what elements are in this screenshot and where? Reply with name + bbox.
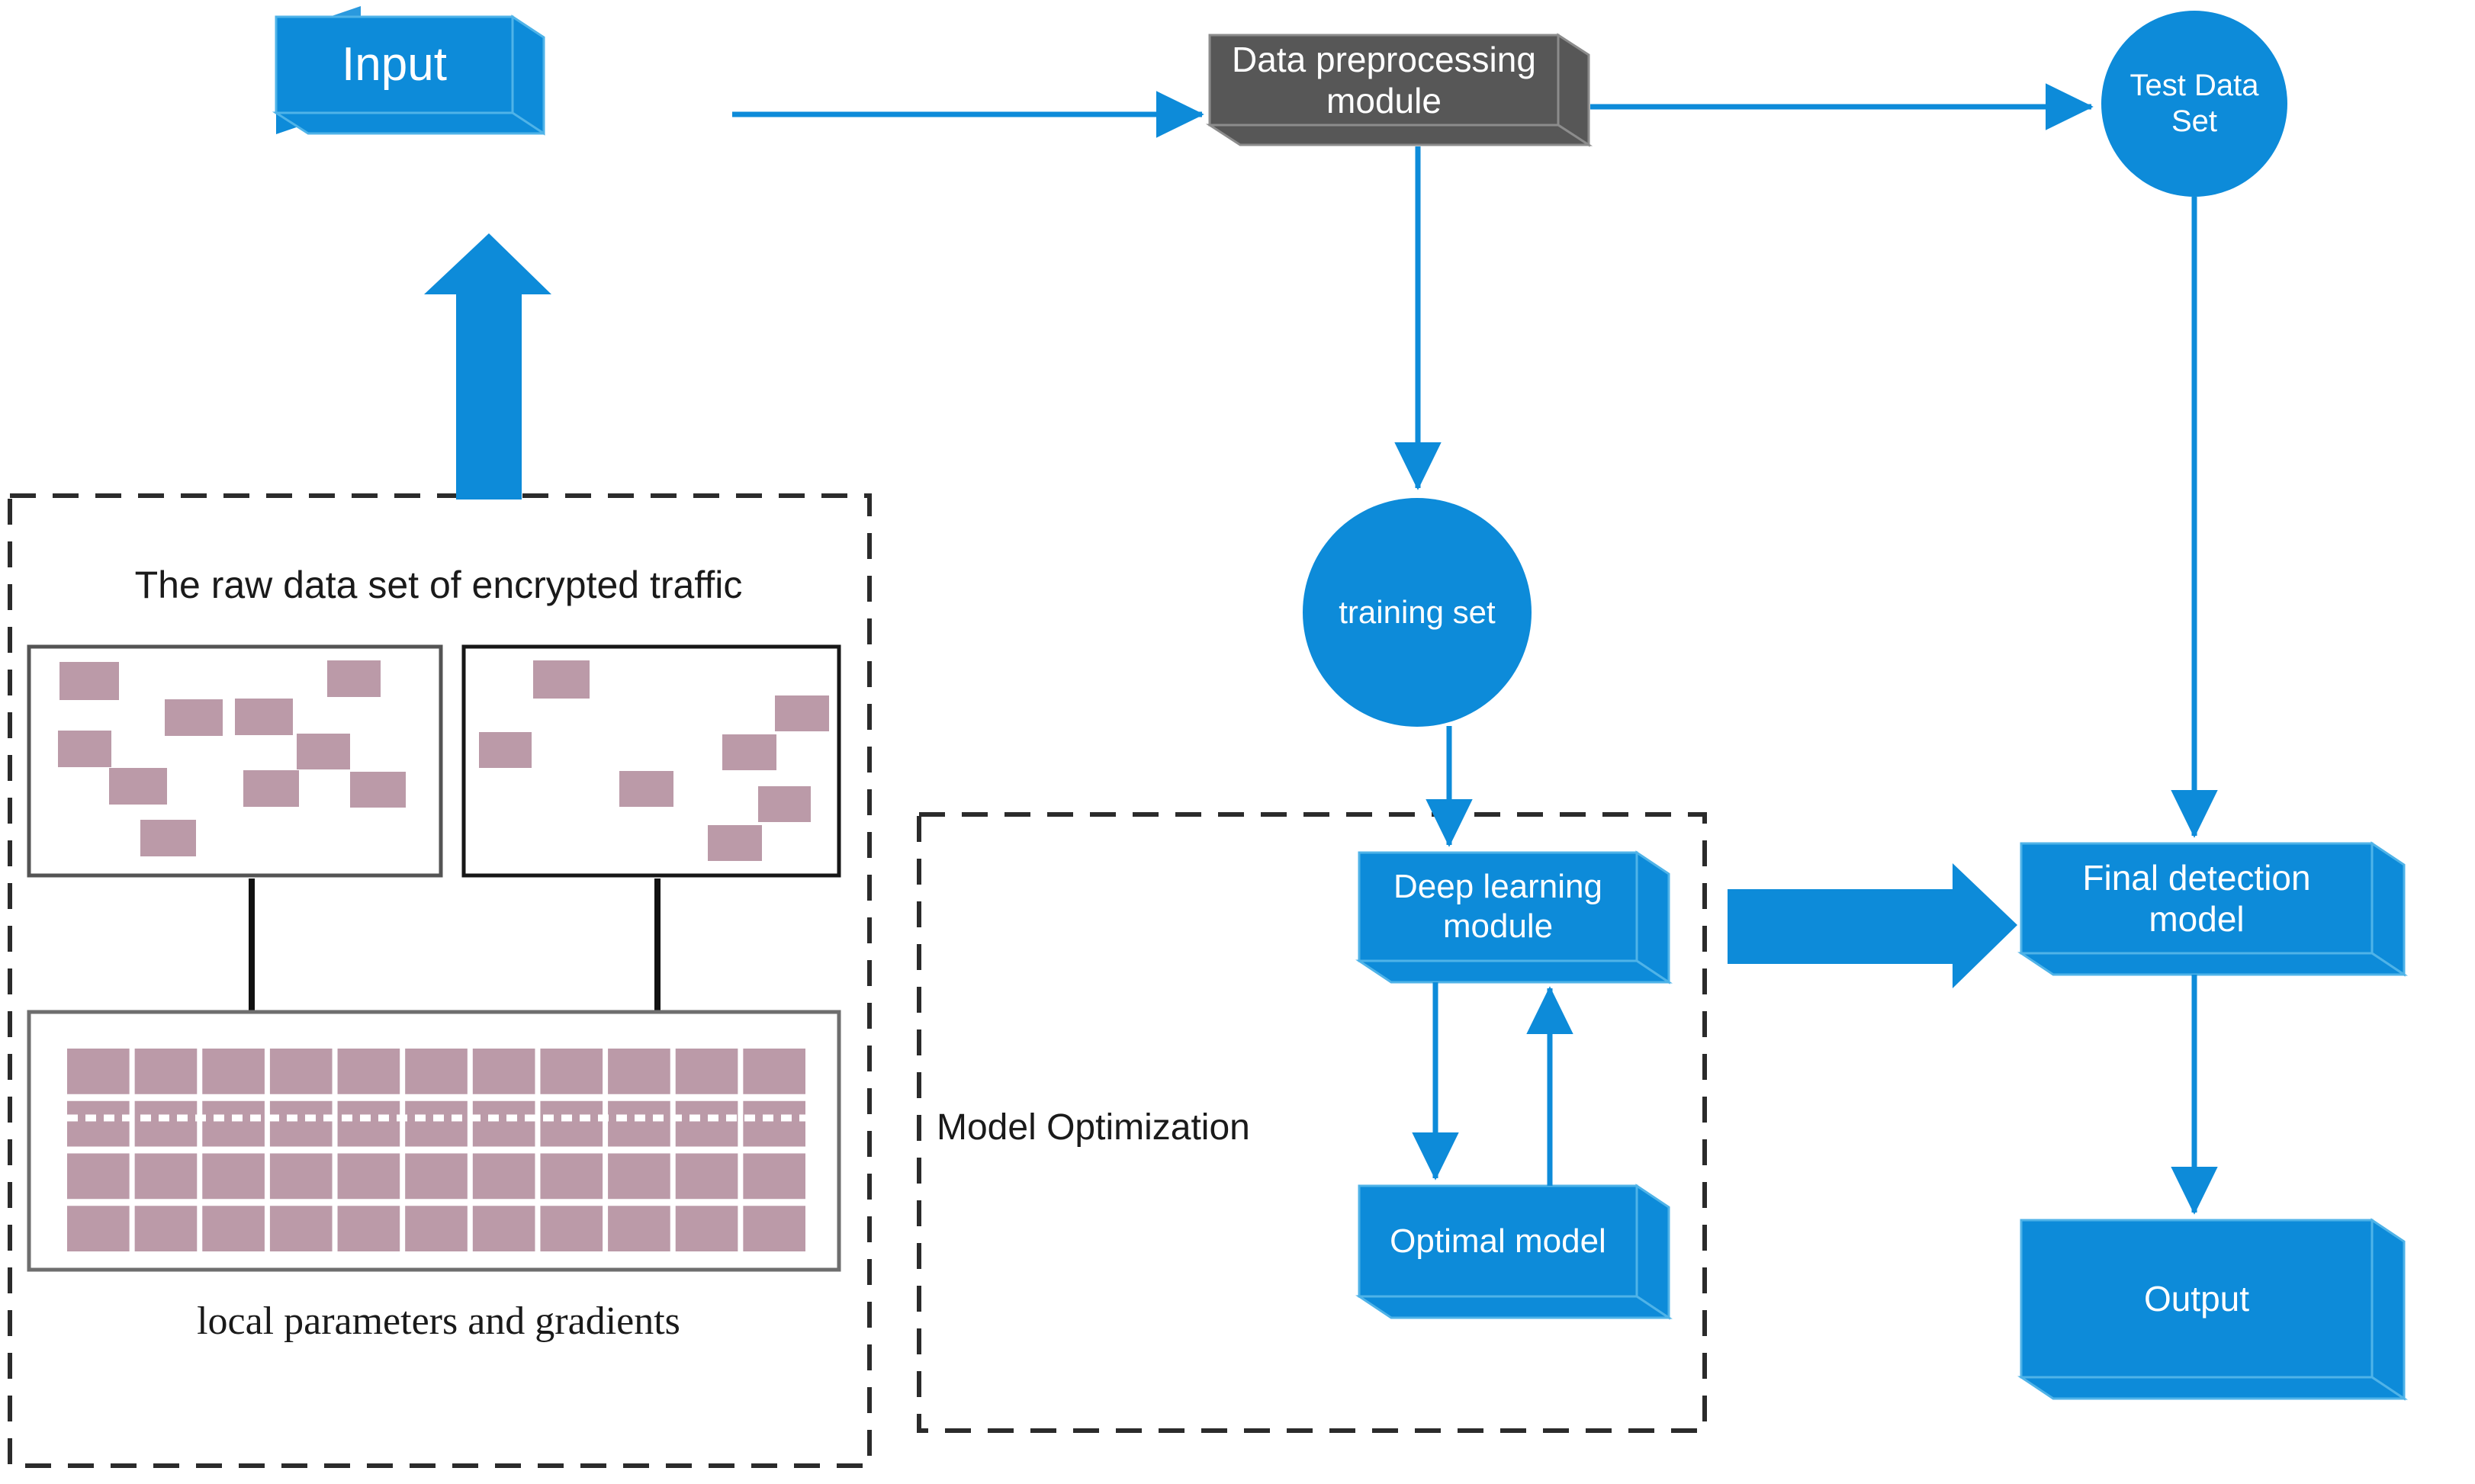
parameter-grid-cell bbox=[67, 1153, 130, 1200]
node-deep-learning[interactable] bbox=[1355, 850, 1673, 985]
parameter-grid-cell bbox=[472, 1153, 535, 1200]
parameter-grid-cell bbox=[337, 1153, 400, 1200]
parameter-grid-cell bbox=[540, 1153, 603, 1200]
parameter-grid-cell bbox=[608, 1100, 670, 1147]
node-training-set[interactable] bbox=[1303, 498, 1532, 727]
parameter-grid-cell bbox=[472, 1100, 535, 1147]
parameter-grid-cell bbox=[67, 1206, 130, 1251]
parameter-grid-cell bbox=[472, 1206, 535, 1251]
parameter-grid-cell bbox=[337, 1100, 400, 1147]
block-arrow-to-final-detection bbox=[1728, 863, 2017, 988]
parameter-grid-cell bbox=[540, 1100, 603, 1147]
node-optimal-model[interactable] bbox=[1355, 1184, 1673, 1320]
parameter-grid-cell bbox=[337, 1206, 400, 1251]
diagram-canvas: Input Data preprocessing module Test Dat… bbox=[0, 0, 2475, 1484]
parameter-grid-cell bbox=[405, 1049, 468, 1094]
parameter-grid-cell bbox=[405, 1153, 468, 1200]
node-final-detection[interactable] bbox=[2017, 841, 2408, 977]
parameter-grid-cell bbox=[134, 1100, 198, 1147]
parameter-grid-cell bbox=[269, 1049, 333, 1094]
parameter-grid-cell bbox=[743, 1100, 805, 1147]
parameter-grid-cell bbox=[405, 1206, 468, 1251]
node-output[interactable] bbox=[2017, 1218, 2408, 1401]
parameter-grid-cell bbox=[608, 1153, 670, 1200]
parameter-grid-cell bbox=[67, 1049, 130, 1094]
parameter-grid-cell bbox=[675, 1100, 738, 1147]
parameter-grid-cell bbox=[743, 1206, 805, 1251]
parameter-grid-cell bbox=[540, 1049, 603, 1094]
parameter-grid-cell bbox=[743, 1049, 805, 1094]
node-test-data-set[interactable] bbox=[2101, 11, 2287, 197]
parameter-grid-cell bbox=[675, 1049, 738, 1094]
raw-data-group-border bbox=[8, 493, 872, 1468]
parameter-grid-cell bbox=[743, 1153, 805, 1200]
parameter-grid-cell bbox=[202, 1153, 265, 1200]
parameter-grid-cell bbox=[675, 1206, 738, 1251]
parameter-grid-cell bbox=[405, 1100, 468, 1147]
parameter-grid-cell bbox=[675, 1153, 738, 1200]
parameter-grid-cell bbox=[540, 1206, 603, 1251]
parameter-grid-cell bbox=[608, 1206, 670, 1251]
parameter-grid-cell bbox=[608, 1049, 670, 1094]
parameter-grid-cell bbox=[269, 1206, 333, 1251]
parameter-grid-cell bbox=[134, 1049, 198, 1094]
block-arrow-up-to-input bbox=[424, 233, 551, 499]
parameter-grid-cell bbox=[134, 1206, 198, 1251]
flowchart-svg bbox=[8, 6, 2408, 1468]
parameter-grid-cell bbox=[202, 1049, 265, 1094]
parameter-grid-cell bbox=[337, 1049, 400, 1094]
parameter-grid-cell bbox=[202, 1206, 265, 1251]
parameter-grid-cell bbox=[134, 1153, 198, 1200]
parameter-grid-cell bbox=[67, 1100, 130, 1147]
node-data-preprocessing[interactable] bbox=[1205, 33, 1593, 147]
node-input[interactable] bbox=[272, 6, 545, 136]
parameter-grid-cell bbox=[202, 1100, 265, 1147]
parameter-grid-cell bbox=[269, 1100, 333, 1147]
parameter-grid-cell bbox=[472, 1049, 535, 1094]
parameter-grid-cell bbox=[269, 1153, 333, 1200]
